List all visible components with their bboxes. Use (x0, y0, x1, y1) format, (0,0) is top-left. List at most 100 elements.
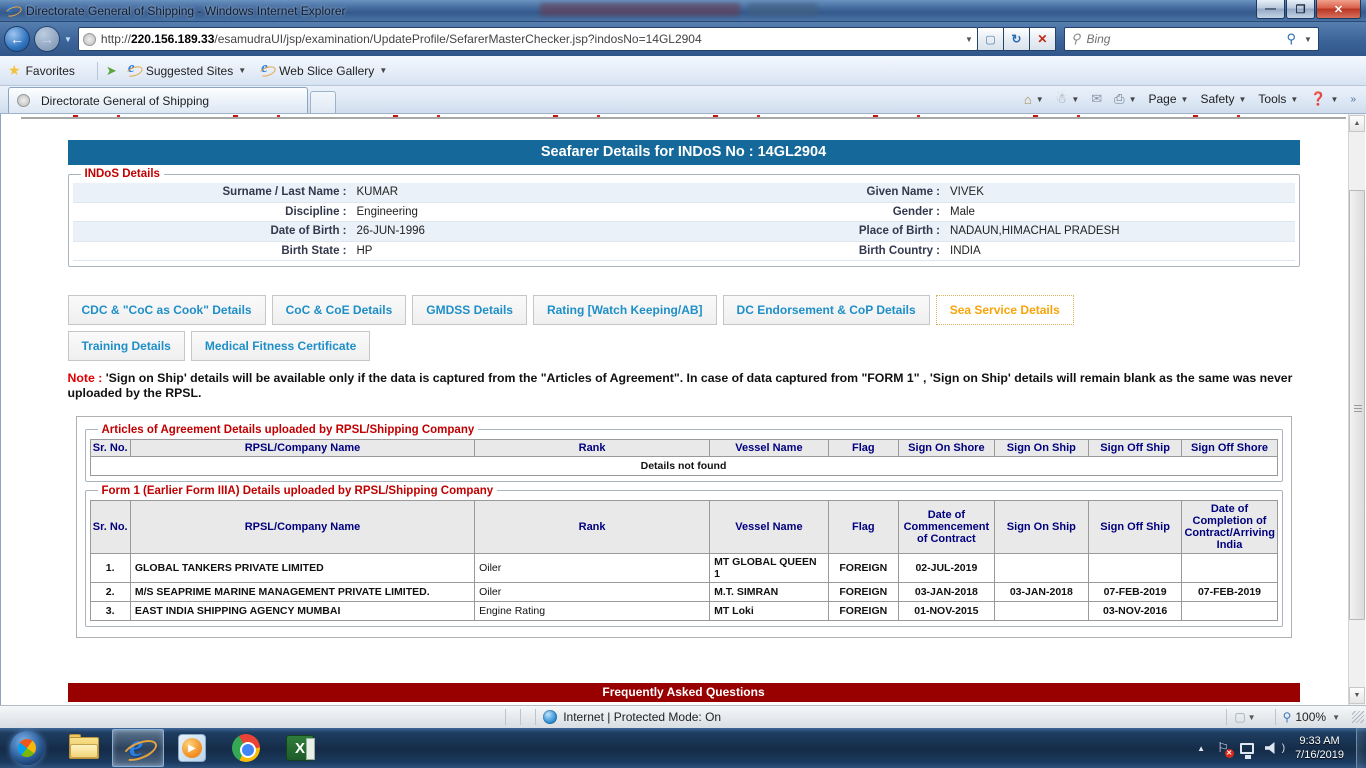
zoom-control[interactable]: ⚲ 100% ▼ (1283, 710, 1348, 724)
taskbar-media-player-button[interactable]: ▶ (166, 729, 218, 767)
form1-legend: Form 1 (Earlier Form IIIA) Details uploa… (101, 484, 494, 497)
cell: M.T. SIMRAN (709, 581, 829, 602)
recent-pages-dropdown-icon[interactable]: ▼ (64, 35, 72, 44)
add-to-favorites-bar-icon[interactable]: ➤ (106, 63, 117, 79)
search-options-dropdown-icon[interactable]: ▼ (1304, 35, 1312, 44)
scroll-down-button[interactable]: ▼ (1349, 687, 1365, 704)
tab-sea-service-details[interactable]: Sea Service Details (935, 295, 1074, 325)
tab-dc-endorsement-cop-details[interactable]: DC Endorsement & CoP Details (722, 295, 930, 325)
show-hidden-icons-button[interactable]: ▲ (1197, 744, 1205, 753)
home-button[interactable]: ⌂ ▼ (1020, 89, 1048, 110)
field-label: Birth Country : (858, 244, 940, 257)
taskbar-clock[interactable]: 9:33 AM 7/16/2019 (1295, 734, 1344, 763)
tab-rating-watch-keeping-ab[interactable]: Rating [Watch Keeping/AB] (532, 295, 717, 325)
cell (993, 552, 1089, 583)
windows-logo-icon (16, 737, 38, 759)
tab-favicon (17, 94, 30, 107)
close-button[interactable]: ✕ (1316, 0, 1361, 19)
note-text: Note : 'Sign on Ship' details will be av… (67, 371, 1293, 401)
back-button[interactable]: ← (4, 26, 30, 52)
stop-button[interactable]: ✕ (1029, 27, 1056, 51)
address-bar[interactable]: http://220.156.189.33/esamudraUI/jsp/exa… (77, 27, 978, 51)
table-row: Details not found (89, 455, 1278, 476)
search-go-icon[interactable]: ⚲ (1286, 31, 1296, 47)
browser-tab[interactable]: Directorate General of Shipping (8, 87, 308, 113)
field-label: Surname / Last Name : (222, 186, 347, 199)
minimize-button[interactable]: — (1256, 0, 1285, 19)
new-tab-button[interactable] (310, 91, 336, 113)
excel-icon: X (286, 735, 315, 761)
search-box[interactable]: ⚲ Bing ⚲ ▼ (1063, 27, 1319, 51)
help-icon: ❓ (1310, 91, 1327, 106)
detail-row: Birth State : HP Birth Country : INDIA (72, 242, 1295, 261)
background-window-glass-smudge (748, 3, 818, 16)
compatibility-zone[interactable]: ▢ ▼ (1234, 710, 1263, 724)
favorites-button[interactable]: Favorites (26, 64, 75, 78)
speaker-icon[interactable] (1264, 742, 1275, 754)
restore-button[interactable]: ❐ (1286, 0, 1315, 19)
tab-medical-fitness-certificate[interactable]: Medical Fitness Certificate (190, 331, 371, 361)
tab-coc-coe-details[interactable]: CoC & CoE Details (271, 295, 407, 325)
detail-row: Discipline : Engineering Gender : Male (72, 203, 1295, 222)
column-header: Sign Off Ship (1087, 438, 1183, 457)
tab-gmdss-details[interactable]: GMDSS Details (412, 295, 527, 325)
cell: EAST INDIA SHIPPING AGENCY MUMBAI (129, 600, 476, 621)
tools-menu-button[interactable]: Tools ▼ (1254, 89, 1302, 109)
show-desktop-button[interactable] (1356, 728, 1366, 768)
start-button[interactable] (10, 731, 44, 765)
indos-details-legend: INDoS Details (84, 168, 160, 180)
taskbar-explorer-button[interactable] (58, 729, 110, 767)
tab-training-details[interactable]: Training Details (67, 331, 185, 361)
address-dropdown-icon[interactable]: ▼ (965, 35, 973, 44)
refresh-button[interactable]: ↻ (1003, 27, 1030, 51)
column-header: RPSL/Company Name (129, 438, 476, 457)
search-placeholder: Bing (1086, 32, 1111, 46)
taskbar-excel-button[interactable]: X (274, 729, 326, 767)
feeds-button[interactable]: ☃ ▼ (1052, 88, 1084, 110)
internet-zone-globe-icon (543, 710, 558, 724)
safety-menu-button[interactable]: Safety ▼ (1196, 89, 1250, 109)
read-mail-button[interactable]: ✉ (1087, 88, 1106, 110)
command-bar: ⌂ ▼ ☃ ▼ ✉ ⎙ ▼ Page ▼ Safety ▼ Tools ▼ ❓ ▼ » (1020, 85, 1366, 113)
faq-header: Frequently Asked Questions (67, 682, 1300, 702)
field-value: INDIA (950, 244, 981, 257)
clock-date: 7/16/2019 (1295, 749, 1344, 761)
action-center-flag-icon[interactable]: ⚐ ✕ (1217, 740, 1234, 758)
cell (1181, 600, 1278, 621)
taskbar-chrome-button[interactable] (220, 729, 272, 767)
page-lock-icon: ▢ (1234, 710, 1246, 724)
page-title: Seafarer Details for INDoS No : 14GL2904 (67, 140, 1300, 165)
more-commands-chevron-icon[interactable]: » (1350, 94, 1356, 105)
field-value: HP (356, 244, 373, 257)
table-row: 2. M/S SEAPRIME MARINE MANAGEMENT PRIVATE… (89, 581, 1278, 602)
sea-service-panel: Articles of Agreement Details uploaded b… (75, 415, 1292, 638)
forward-button[interactable]: → (34, 26, 60, 52)
detail-row: Date of Birth : 26-JUN-1996 Place of Birth… (72, 222, 1295, 242)
network-icon[interactable] (1239, 742, 1254, 757)
web-slice-gallery-button[interactable]: Web Slice Gallery▼ (260, 60, 387, 78)
form1-section: Form 1 (Earlier Form IIIA) Details uploa… (84, 484, 1283, 627)
page-menu-button[interactable]: Page ▼ (1144, 89, 1192, 109)
cell: 02-JUL-2019 (897, 552, 995, 583)
vertical-scrollbar[interactable]: ▲ ▼ (1348, 114, 1365, 705)
security-zone-text: Internet | Protected Mode: On (563, 710, 722, 724)
printer-icon: ⎙ (1114, 91, 1125, 106)
scrollbar-thumb[interactable] (1349, 190, 1365, 620)
help-button[interactable]: ❓ ▼ (1306, 88, 1342, 110)
scroll-up-button[interactable]: ▲ (1349, 115, 1365, 132)
favorites-star-icon: ★ (8, 62, 21, 78)
compatibility-view-button[interactable]: ▢ (977, 27, 1004, 51)
cell (1087, 552, 1183, 583)
cell (993, 600, 1089, 621)
field-label: Given Name : (866, 186, 941, 199)
empty-message: Details not found (89, 455, 1278, 476)
cell (1181, 552, 1278, 583)
taskbar-ie-button[interactable] (112, 727, 164, 767)
column-header: Sign Off Ship (1087, 499, 1183, 554)
suggested-sites-button[interactable]: Suggested Sites▼ (127, 60, 246, 78)
title-bar: Directorate General of Shipping - Window… (0, 0, 1366, 22)
tab-cdc-coc-as-cook-details[interactable]: CDC & "CoC as Cook" Details (67, 295, 266, 325)
field-label: Gender : (892, 205, 940, 218)
print-button[interactable]: ⎙ ▼ (1110, 88, 1140, 110)
field-label: Discipline : (285, 205, 347, 218)
